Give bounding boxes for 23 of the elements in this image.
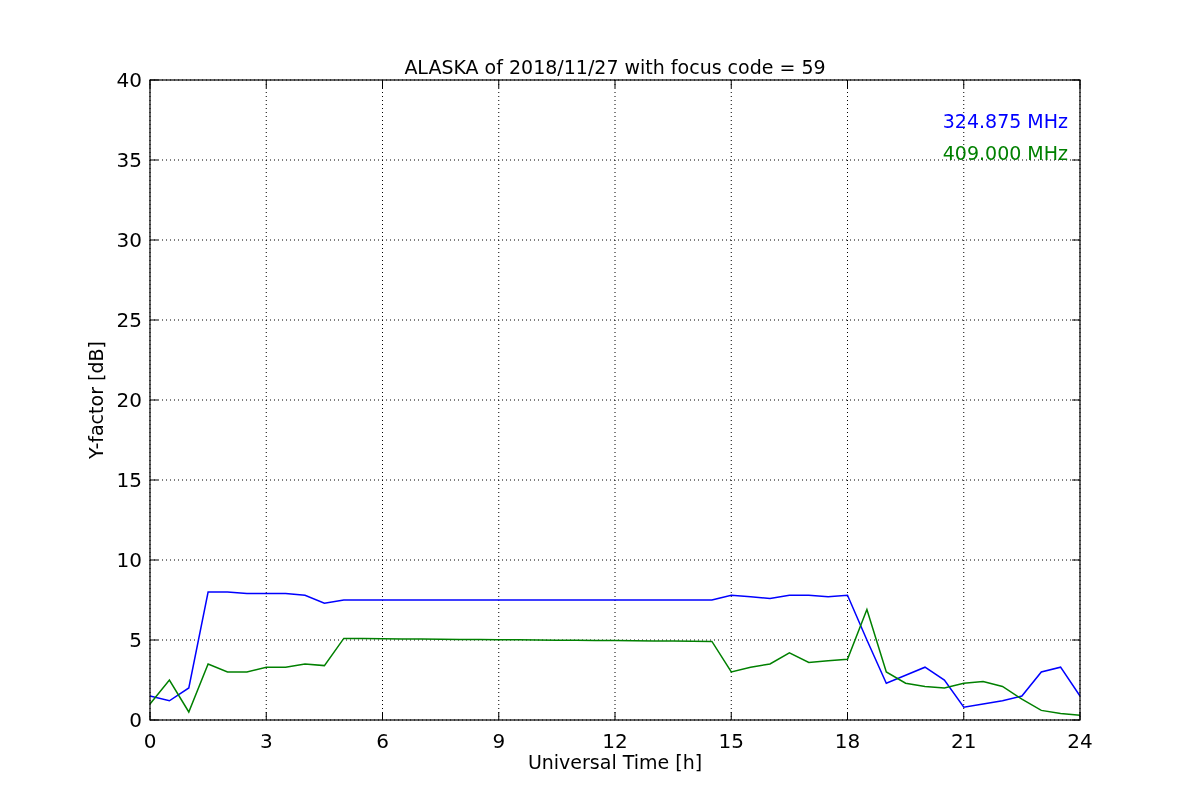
chart-title: ALASKA of 2018/11/27 with focus code = 59 xyxy=(404,56,826,78)
x-tick-label: 9 xyxy=(492,729,506,753)
x-tick-label: 12 xyxy=(602,729,628,753)
legend-label: 324.875 MHz xyxy=(942,110,1068,132)
x-tick-label: 21 xyxy=(951,729,977,753)
x-axis-label: Universal Time [h] xyxy=(527,751,703,773)
y-tick-label: 30 xyxy=(116,228,142,252)
y-tick-label: 20 xyxy=(116,388,142,412)
y-tick-label: 35 xyxy=(116,148,142,172)
y-tick-label: 5 xyxy=(129,628,142,652)
y-tick-label: 15 xyxy=(116,468,142,492)
y-tick-label: 10 xyxy=(116,548,142,572)
legend-label: 409.000 MHz xyxy=(942,142,1068,164)
x-tick-label: 18 xyxy=(834,729,861,753)
y-tick-label: 40 xyxy=(116,68,142,92)
x-tick-label: 3 xyxy=(259,729,273,753)
y-tick-label: 25 xyxy=(116,308,142,332)
x-tick-label: 0 xyxy=(143,729,157,753)
x-tick-label: 24 xyxy=(1067,729,1093,753)
x-tick-label: 15 xyxy=(718,729,744,753)
y-axis-label: Y-factor [dB] xyxy=(85,341,107,459)
y-tick-label: 0 xyxy=(129,708,142,732)
x-tick-label: 6 xyxy=(376,729,389,753)
